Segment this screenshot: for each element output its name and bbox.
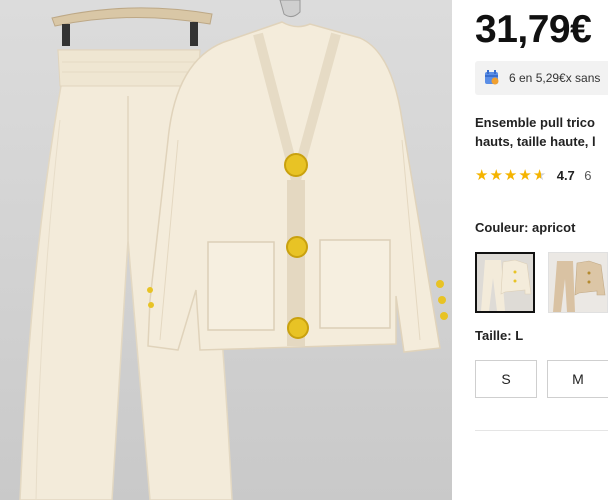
color-label: Couleur: apricot xyxy=(475,220,576,235)
swatch-thumbnail xyxy=(549,253,607,312)
product-price: 31,79€ xyxy=(475,8,592,51)
product-rating[interactable]: ★★★★★ 4.7 6 xyxy=(475,167,591,185)
installment-text: 6 en 5,29€x sans xyxy=(509,71,601,85)
product-title[interactable]: Ensemble pull trico hauts, taille haute,… xyxy=(475,113,608,151)
star-icon: ★ xyxy=(518,167,532,184)
divider xyxy=(475,430,608,431)
product-title-line: Ensemble pull trico xyxy=(475,115,595,130)
cardigan-shape xyxy=(147,21,448,353)
product-title-line: hauts, taille haute, l xyxy=(475,134,596,149)
rating-count[interactable]: 6 xyxy=(584,167,591,185)
color-swatch-apricot[interactable] xyxy=(475,252,535,313)
star-icon: ★ xyxy=(503,167,518,184)
product-photo xyxy=(19,0,448,500)
rating-value: 4.7 xyxy=(556,168,575,183)
size-label: Taille: L xyxy=(475,328,524,343)
calendar-card-icon xyxy=(485,70,499,85)
installment-banner[interactable]: 6 en 5,29€x sans xyxy=(475,61,608,95)
size-option-m[interactable]: M xyxy=(547,360,608,398)
product-image[interactable] xyxy=(0,0,452,500)
star-icon: ★ xyxy=(475,167,489,184)
swatch-thumbnail xyxy=(477,254,533,311)
star-icon: ★ xyxy=(489,167,503,184)
product-info-panel: 31,79€ 6 en 5,29€x sans Ensemble pull tr… xyxy=(452,0,608,500)
size-option-s[interactable]: S xyxy=(475,360,537,398)
color-swatch-khaki[interactable] xyxy=(548,252,608,313)
star-half-icon: ★ xyxy=(532,167,547,184)
